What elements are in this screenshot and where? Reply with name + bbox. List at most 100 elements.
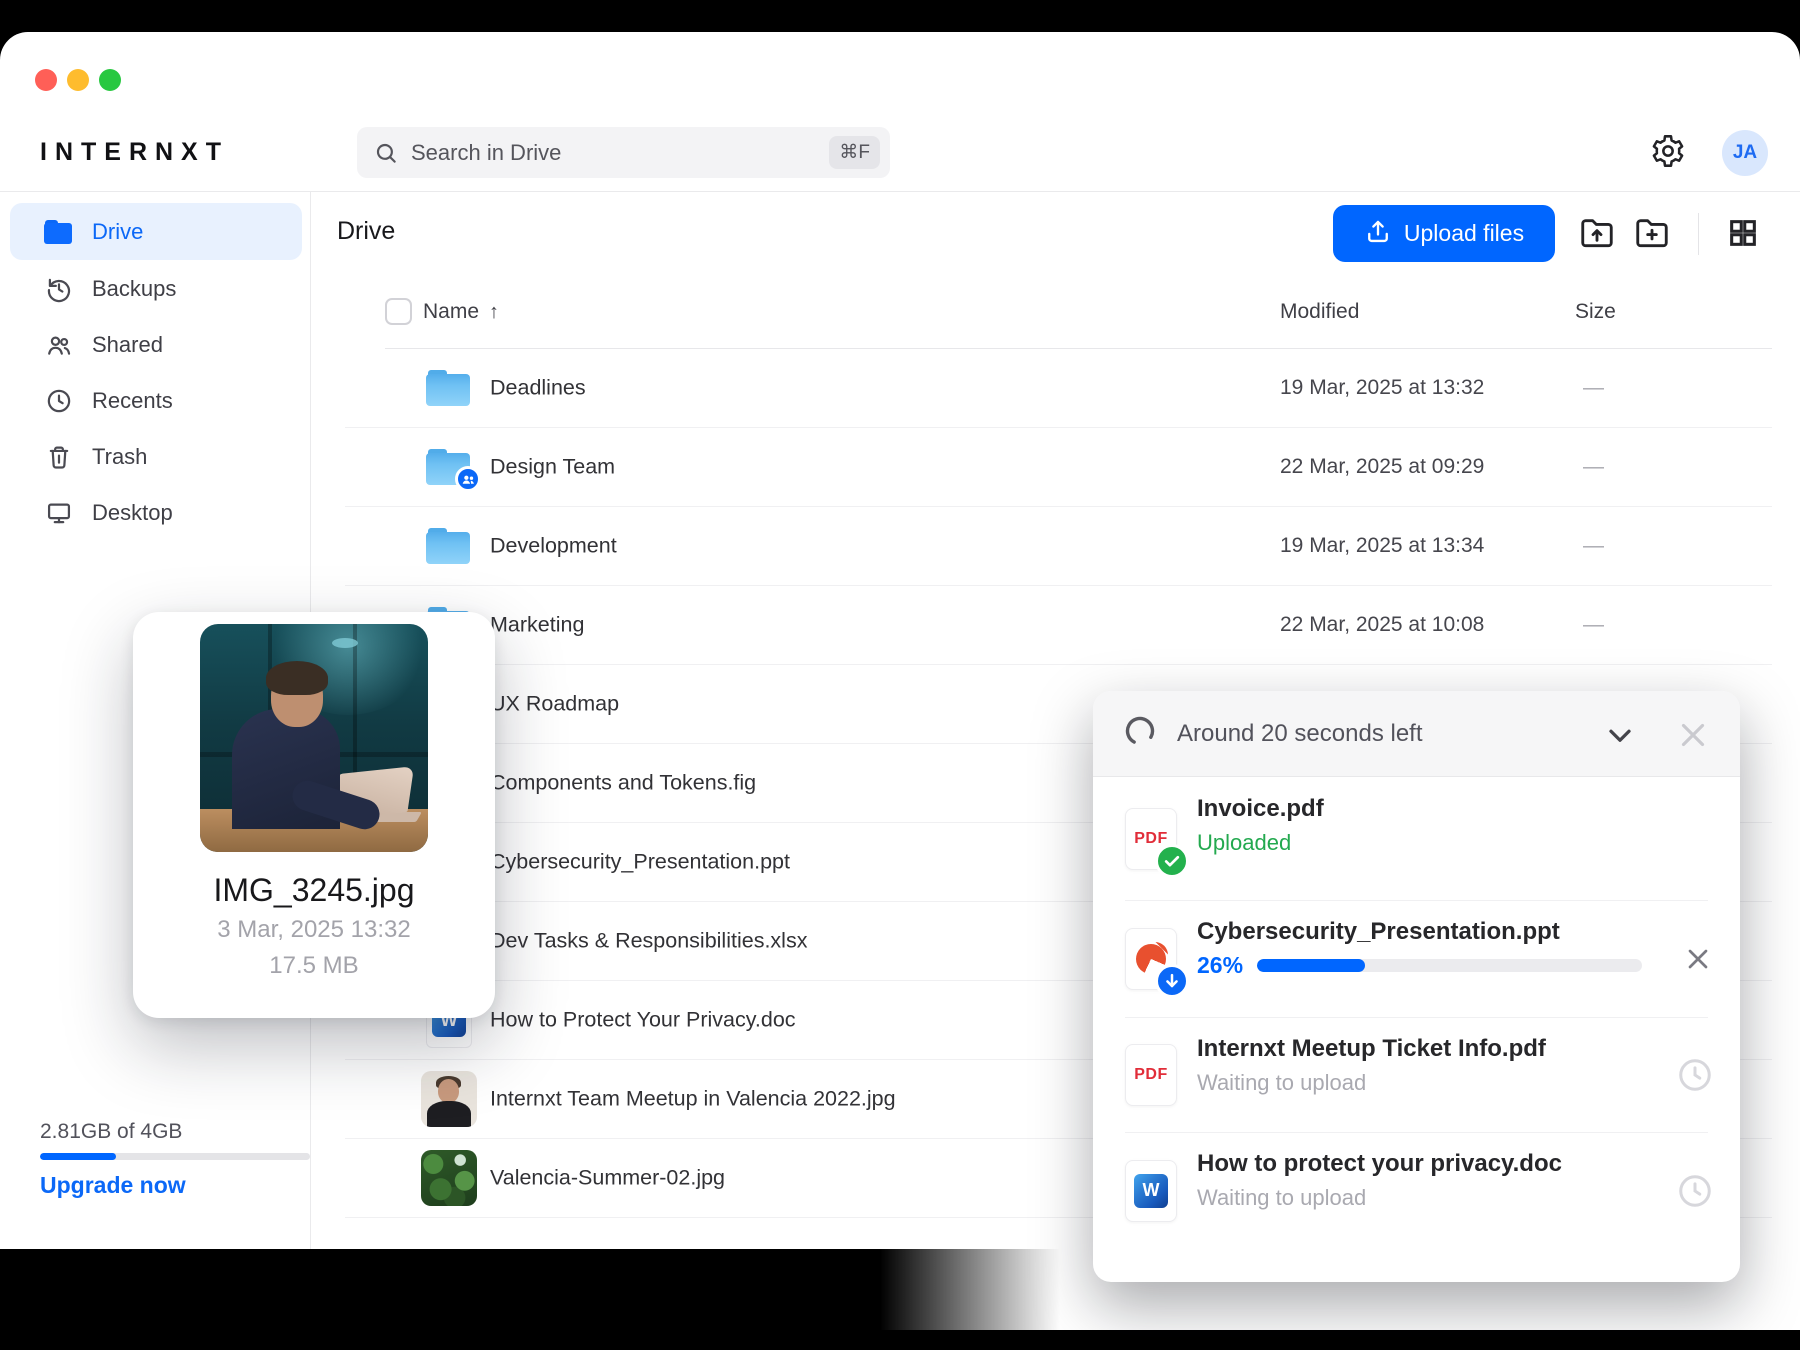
storage-usage-label: 2.81GB of 4GB xyxy=(40,1120,183,1143)
upload-files-button[interactable]: Upload files xyxy=(1333,205,1555,262)
waiting-clock-icon xyxy=(1676,1056,1714,1094)
grid-view-button[interactable] xyxy=(1723,215,1763,255)
preview-photo xyxy=(200,624,428,852)
sort-arrow-icon: ↑ xyxy=(489,301,500,323)
file-modified-date: 22 Mar, 2025 at 09:29 xyxy=(1280,455,1485,478)
pdf-file-icon: PDF xyxy=(1125,807,1189,878)
sidebar-item-desktop[interactable]: Desktop xyxy=(10,489,302,537)
sidebar-item-label: Backups xyxy=(92,276,177,301)
panel-backdrop-fade xyxy=(880,1249,1060,1330)
upload-item-name: How to protect your privacy.doc xyxy=(1197,1150,1562,1177)
file-name: UX Roadmap xyxy=(490,691,620,716)
shared-folder-badge xyxy=(455,466,481,492)
folder-plus-icon xyxy=(1633,214,1671,257)
upload-eta-label: Around 20 seconds left xyxy=(1177,719,1423,747)
file-modified-date: 19 Mar, 2025 at 13:34 xyxy=(1280,534,1485,557)
sidebar-item-shared[interactable]: Shared xyxy=(10,321,302,369)
spinner-icon xyxy=(1123,714,1157,753)
table-row[interactable]: Design Team 22 Mar, 2025 at 09:29 — xyxy=(345,428,1772,507)
upload-item-row: PDF Invoice.pdf Uploaded xyxy=(1093,777,1740,900)
preview-size: 17.5 MB xyxy=(269,952,359,979)
upload-panel-header: Around 20 seconds left xyxy=(1093,691,1740,777)
storage-progress-bar xyxy=(40,1153,310,1160)
folder-icon xyxy=(420,528,478,564)
file-size: — xyxy=(1583,455,1604,478)
upload-progress-fill xyxy=(1257,959,1365,972)
file-size: — xyxy=(1583,613,1604,636)
settings-button[interactable] xyxy=(1648,133,1688,173)
file-modified-date: 19 Mar, 2025 at 13:32 xyxy=(1280,376,1485,399)
sidebar-item-label: Drive xyxy=(92,218,144,244)
word-file-icon: W xyxy=(1134,1173,1168,1208)
preview-filename: IMG_3245.jpg xyxy=(213,872,415,908)
file-modified-date: 22 Mar, 2025 at 10:08 xyxy=(1280,613,1485,636)
upload-item-status: Waiting to upload xyxy=(1197,1185,1367,1210)
preview-date: 3 Mar, 2025 13:32 xyxy=(217,916,411,943)
upload-progress-bar xyxy=(1257,959,1643,972)
search-input[interactable]: Search in Drive ⌘F xyxy=(357,127,890,178)
shared-icon xyxy=(44,331,74,359)
upload-item-name: Internxt Meetup Ticket Info.pdf xyxy=(1197,1035,1546,1062)
upload-item-status: Uploaded xyxy=(1197,830,1292,855)
doc-file-icon: W xyxy=(1125,1159,1177,1222)
folder-upload-icon xyxy=(1578,214,1616,257)
file-size: — xyxy=(1583,376,1604,399)
search-icon xyxy=(373,140,399,166)
sidebar-item-label: Desktop xyxy=(92,500,173,525)
trash-icon xyxy=(44,443,74,471)
file-size: — xyxy=(1583,534,1604,557)
close-panel-button[interactable] xyxy=(1674,716,1712,759)
sidebar-item-recents[interactable]: Recents xyxy=(10,377,302,425)
upload-item-name: Invoice.pdf xyxy=(1197,795,1324,822)
recents-icon xyxy=(44,387,74,415)
column-header-modified[interactable]: Modified xyxy=(1280,300,1359,324)
sidebar-item-drive[interactable]: Drive xyxy=(10,203,302,260)
uploading-arrow-badge xyxy=(1155,963,1189,998)
file-name: Components and Tokens.fig xyxy=(490,770,757,795)
uploaded-check-badge xyxy=(1155,843,1189,878)
photo-thumbnail xyxy=(420,1150,478,1206)
backups-icon xyxy=(44,275,74,303)
upload-item-status: Waiting to upload xyxy=(1197,1070,1367,1095)
collapse-panel-button[interactable] xyxy=(1602,717,1638,758)
photo-thumbnail xyxy=(420,1071,478,1127)
upload-folder-button[interactable] xyxy=(1577,215,1617,255)
file-name: Valencia-Summer-02.jpg xyxy=(490,1165,726,1190)
minimize-window-button[interactable] xyxy=(67,69,89,91)
file-name: Design Team xyxy=(490,454,616,479)
table-row[interactable]: Marketing 22 Mar, 2025 at 10:08 — xyxy=(345,586,1772,665)
folder-icon xyxy=(420,370,478,406)
waiting-clock-icon xyxy=(1676,1172,1714,1210)
file-name: Development xyxy=(490,533,617,558)
account-avatar[interactable]: JA xyxy=(1722,130,1768,176)
search-shortcut-badge: ⌘F xyxy=(829,136,880,169)
sidebar-item-trash[interactable]: Trash xyxy=(10,433,302,481)
storage-progress-fill xyxy=(40,1153,116,1160)
sidebar-item-label: Recents xyxy=(92,388,173,413)
pdf-file-icon: PDF xyxy=(1125,1043,1177,1106)
header-divider xyxy=(0,191,1800,192)
sidebar-item-backups[interactable]: Backups xyxy=(10,265,302,313)
column-header-name[interactable]: Name ↑ xyxy=(423,300,499,324)
pdf-file-icon: PDF xyxy=(1134,1065,1168,1083)
new-folder-button[interactable] xyxy=(1632,215,1672,255)
zoom-window-button[interactable] xyxy=(99,69,121,91)
grid-view-icon xyxy=(1727,217,1759,254)
search-placeholder: Search in Drive xyxy=(411,139,562,165)
upload-percent-label: 26% xyxy=(1197,952,1244,978)
upload-button-label: Upload files xyxy=(1403,220,1525,246)
upgrade-now-link[interactable]: Upgrade now xyxy=(40,1172,186,1199)
upload-item-row: PDF Internxt Meetup Ticket Info.pdf Waitin… xyxy=(1093,1017,1740,1132)
sidebar-item-label: Shared xyxy=(92,332,163,357)
internxt-logo: INTERNXT xyxy=(40,138,229,166)
close-window-button[interactable] xyxy=(35,69,57,91)
file-name: Dev Tasks & Responsibilities.xlsx xyxy=(490,928,808,953)
screenshot-stage: INTERNXT Search in Drive ⌘F JA Drive Back… xyxy=(0,0,1800,1350)
column-header-size[interactable]: Size xyxy=(1575,300,1616,324)
table-row[interactable]: Deadlines 19 Mar, 2025 at 13:32 — xyxy=(345,349,1772,428)
table-row[interactable]: Development 19 Mar, 2025 at 13:34 — xyxy=(345,507,1772,586)
select-all-checkbox[interactable] xyxy=(385,298,412,325)
cancel-upload-button[interactable] xyxy=(1682,943,1714,975)
upload-item-name: Cybersecurity_Presentation.ppt xyxy=(1197,918,1560,945)
upload-icon xyxy=(1364,217,1392,251)
